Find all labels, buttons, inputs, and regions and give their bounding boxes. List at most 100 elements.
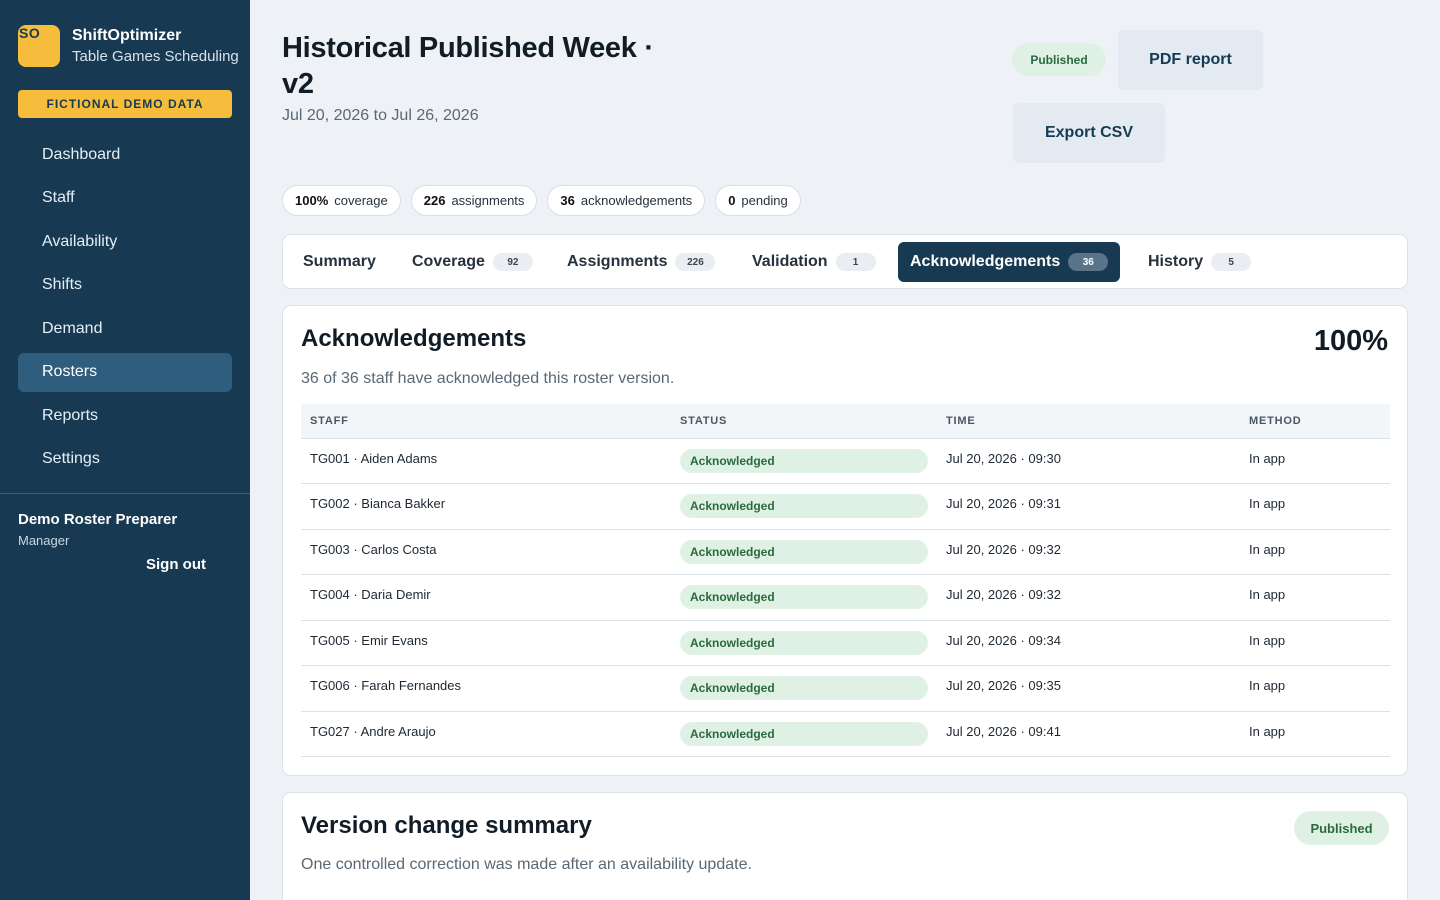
tab-count: 36 [1068, 253, 1109, 271]
app-name: ShiftOptimizer [72, 27, 182, 44]
table-row[interactable]: TG006 · Farah Fernandes Acknowledged Jul… [301, 666, 1390, 712]
sign-out-button[interactable]: Sign out [146, 556, 206, 573]
version-summary-text: One controlled correction was made after… [301, 856, 752, 873]
status-badge: Acknowledged [680, 539, 928, 564]
app-logo: SO [18, 25, 60, 67]
time-cell: Jul 20, 2026 · 09:35 [946, 678, 1061, 693]
stat-label: pending [741, 193, 788, 208]
table-row[interactable]: TG027 · Andre Araujo Acknowledged Jul 20… [301, 711, 1390, 757]
method-cell: In app [1249, 587, 1286, 602]
acknowledgements-table: STAFF STATUS TIME METHOD TG001 · Aiden A… [301, 404, 1390, 757]
sidebar-item-settings[interactable]: Settings [18, 440, 232, 479]
tab-count: 92 [492, 253, 533, 271]
status-cell: Acknowledged [671, 484, 937, 530]
time-cell: Jul 20, 2026 · 09:34 [946, 632, 1061, 648]
stats-row: 100% coverage 226 assignments 36 acknowledg… [282, 185, 811, 216]
tab-acknowledgements[interactable]: Acknowledgements 36 [898, 242, 1121, 282]
tab-label: History [1148, 253, 1204, 270]
sidebar-item-rosters[interactable]: Rosters [18, 352, 232, 392]
method-cell: In app [1249, 632, 1286, 648]
status-cell: Acknowledged [671, 711, 937, 757]
tab-count: 5 [1211, 253, 1252, 271]
column-header-status[interactable]: STATUS [671, 404, 937, 439]
staff-cell: TG006 · Farah Fernandes [310, 678, 462, 693]
staff-cell: TG001 · Aiden Adams [310, 450, 438, 466]
staff-cell: TG005 · Emir Evans [310, 632, 428, 648]
version-change-summary-card: Version change summary Published One con… [282, 792, 1408, 900]
sidebar-item-demand[interactable]: Demand [18, 309, 232, 348]
stat-acknowledgements: 36 acknowledgements [547, 185, 706, 216]
column-header-time[interactable]: TIME [937, 404, 1240, 439]
status-cell: Acknowledged [671, 666, 937, 712]
time-cell: Jul 20, 2026 · 09:32 [946, 587, 1061, 602]
table-row[interactable]: TG001 · Aiden Adams Acknowledged Jul 20,… [301, 438, 1390, 484]
staff-cell: TG027 · Andre Araujo [310, 723, 436, 739]
table-row[interactable]: TG002 · Bianca Bakker Acknowledged Jul 2… [301, 484, 1390, 530]
acknowledgements-title: Acknowledgements [301, 325, 527, 352]
sidebar-divider [0, 493, 250, 494]
tab-count: 226 [675, 253, 716, 271]
status-badge: Acknowledged [680, 676, 928, 700]
tab-bar: Summary Coverage 92 Assignments 226 Valida… [282, 234, 1408, 289]
date-range: Jul 20, 2026 to Jul 26, 2026 [282, 107, 479, 124]
staff-cell: TG004 · Daria Demir [310, 587, 431, 602]
stat-value: 100% [295, 193, 329, 208]
tab-history[interactable]: History 5 [1136, 242, 1263, 282]
status-cell: Acknowledged [671, 575, 937, 621]
pdf-report-button[interactable]: PDF report [1118, 30, 1263, 90]
tab-label: Assignments [567, 253, 668, 270]
acknowledgement-percent: 100% [1313, 325, 1388, 357]
tab-coverage[interactable]: Coverage 92 [400, 242, 545, 282]
table-header-row: STAFF STATUS TIME METHOD [301, 404, 1390, 439]
method-cell: In app [1249, 496, 1286, 511]
stat-coverage: 100% coverage [282, 185, 401, 216]
staff-cell: TG003 · Carlos Costa [310, 541, 437, 557]
sidebar-item-availability[interactable]: Availability [18, 222, 232, 261]
stat-label: coverage [334, 193, 388, 208]
tab-validation[interactable]: Validation 1 [740, 242, 888, 282]
table-row[interactable]: TG004 · Daria Demir Acknowledged Jul 20,… [301, 575, 1390, 621]
status-badge: Acknowledged [680, 585, 928, 609]
stat-value: 36 [560, 193, 575, 208]
acknowledgements-subtitle: 36 of 36 staff have acknowledged this ro… [301, 370, 675, 387]
time-cell: Jul 20, 2026 · 09:31 [946, 496, 1061, 511]
stat-value: 226 [423, 193, 446, 208]
demo-data-badge: FICTIONAL DEMO DATA [18, 90, 232, 118]
sidebar-item-shifts[interactable]: Shifts [18, 266, 232, 305]
column-header-method[interactable]: METHOD [1240, 404, 1390, 439]
status-cell: Acknowledged [671, 620, 937, 666]
tab-label: Validation [752, 253, 828, 270]
user-name: Demo Roster Preparer [18, 511, 178, 528]
status-cell: Acknowledged [671, 438, 937, 484]
brand[interactable]: SO ShiftOptimizer Table Games Scheduling [18, 25, 239, 67]
table-row[interactable]: TG003 · Carlos Costa Acknowledged Jul 20… [301, 529, 1390, 575]
export-csv-button[interactable]: Export CSV [1013, 103, 1165, 163]
tab-assignments[interactable]: Assignments 226 [555, 242, 727, 282]
tab-label: Acknowledgements [910, 253, 1061, 270]
version-status-badge: Published [1294, 811, 1389, 845]
user-role: Manager [18, 533, 70, 548]
table-row[interactable]: TG005 · Emir Evans Acknowledged Jul 20, … [301, 620, 1390, 666]
status-badge: Published [1012, 43, 1106, 76]
stat-assignments: 226 assignments [410, 185, 538, 216]
method-cell: In app [1249, 541, 1286, 557]
sidebar-item-reports[interactable]: Reports [18, 396, 232, 435]
sidebar-item-staff[interactable]: Staff [18, 179, 232, 218]
version-summary-title: Version change summary [301, 812, 592, 839]
method-cell: In app [1249, 450, 1286, 466]
tab-count: 1 [835, 253, 876, 271]
column-header-staff[interactable]: STAFF [301, 404, 671, 439]
stat-label: assignments [451, 193, 525, 208]
time-cell: Jul 20, 2026 · 09:32 [946, 541, 1061, 557]
app-subtitle: Table Games Scheduling [72, 48, 239, 65]
staff-cell: TG002 · Bianca Bakker [310, 496, 446, 511]
acknowledgements-card: Acknowledgements 100% 36 of 36 staff hav… [282, 305, 1408, 776]
method-cell: In app [1249, 678, 1286, 693]
tab-label: Coverage [412, 253, 485, 270]
tab-summary[interactable]: Summary [291, 242, 388, 282]
stat-pending: 0 pending [715, 185, 801, 216]
logo-text: SO [19, 25, 41, 41]
sidebar: SO ShiftOptimizer Table Games Scheduling… [0, 0, 250, 900]
sidebar-item-dashboard[interactable]: Dashboard [18, 135, 232, 174]
time-cell: Jul 20, 2026 · 09:30 [946, 450, 1061, 466]
